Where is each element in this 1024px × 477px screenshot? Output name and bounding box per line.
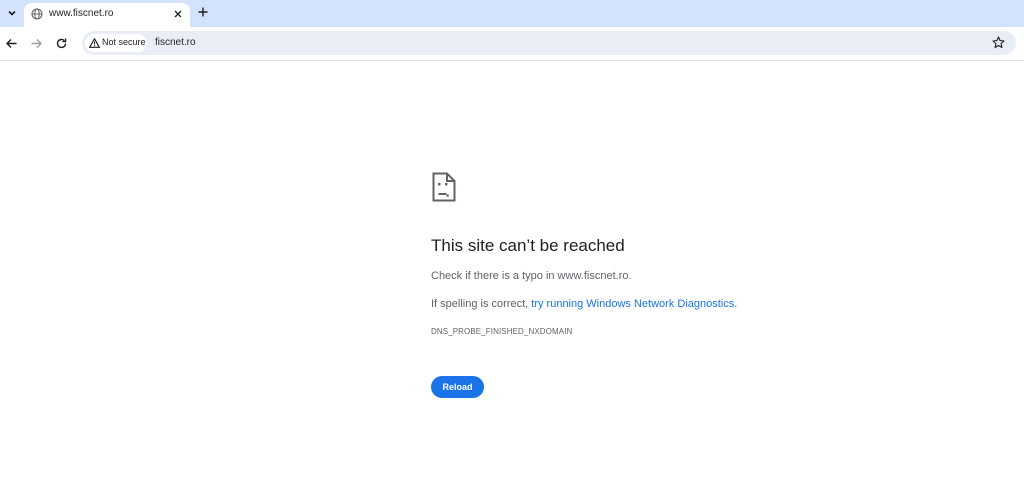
browser-toolbar: Not secure fiscnet.ro <box>0 27 1024 61</box>
diagnostics-link[interactable]: try running Windows Network Diagnostics <box>531 298 734 310</box>
tab-strip: www.fiscnet.ro <box>0 0 1024 27</box>
chevron-down-icon <box>8 10 16 16</box>
warning-icon <box>89 38 100 48</box>
tab-search-button[interactable] <box>4 4 20 22</box>
error-code: DNS_PROBE_FINISHED_NXDOMAIN <box>431 327 573 336</box>
security-label: Not secure <box>102 37 146 47</box>
new-tab-button[interactable] <box>197 6 209 18</box>
reload-button[interactable]: Reload <box>431 376 484 398</box>
address-bar[interactable]: Not secure fiscnet.ro <box>82 31 1016 55</box>
forward-button[interactable] <box>30 37 43 50</box>
sad-document-icon <box>432 172 456 202</box>
url-text[interactable]: fiscnet.ro <box>155 37 196 48</box>
close-icon[interactable] <box>173 9 183 19</box>
globe-icon <box>31 8 43 20</box>
diagnostics-prefix: If spelling is correct, <box>431 298 532 310</box>
tab-title: www.fiscnet.ro <box>49 8 114 19</box>
bookmark-star-icon[interactable] <box>992 36 1005 49</box>
diagnostics-hint: If spelling is correct, try running Wind… <box>431 298 737 310</box>
typo-hint: Check if there is a typo in www.fiscnet.… <box>431 270 632 282</box>
active-tab[interactable]: www.fiscnet.ro <box>24 3 190 27</box>
security-chip[interactable]: Not secure <box>85 34 147 52</box>
diagnostics-suffix: . <box>734 298 738 310</box>
reload-icon[interactable] <box>55 37 68 50</box>
error-title: This site can’t be reached <box>431 236 625 255</box>
back-button[interactable] <box>5 37 18 50</box>
